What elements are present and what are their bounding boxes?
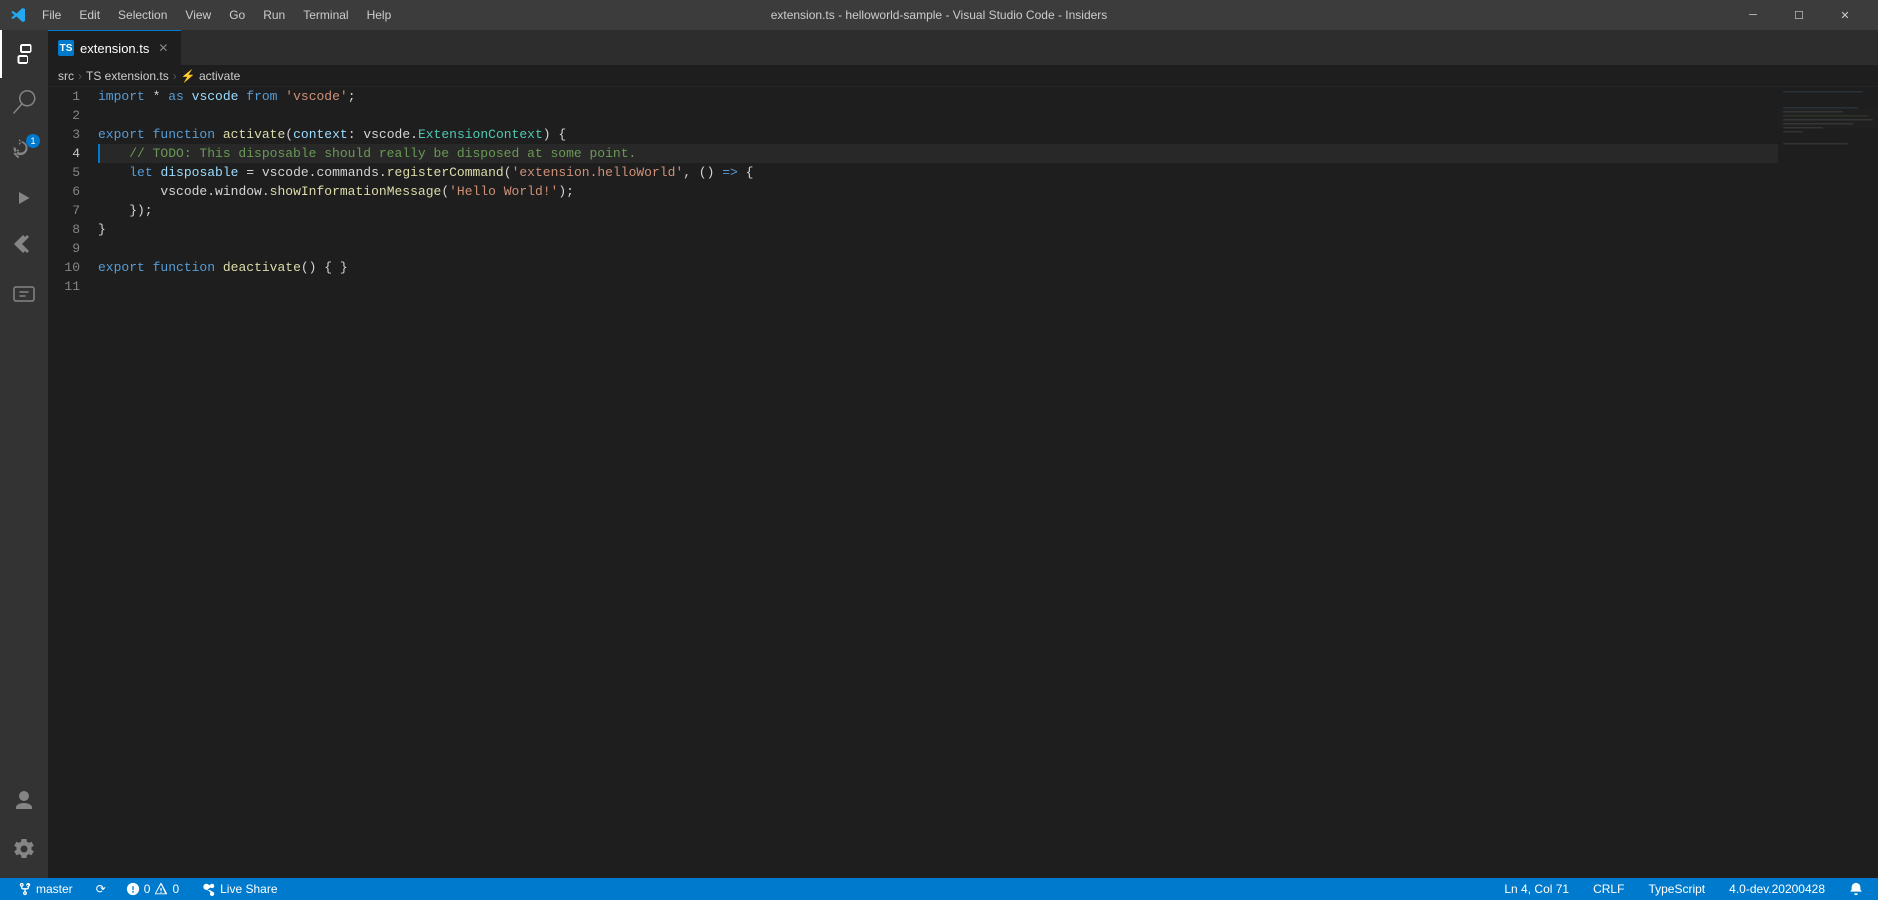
breadcrumb: src › TS extension.ts › ⚡ activate bbox=[48, 65, 1878, 87]
line-ending-text: CRLF bbox=[1593, 882, 1624, 896]
line-numbers: 1234567891011 bbox=[48, 87, 98, 878]
line-number-2: 2 bbox=[48, 106, 88, 125]
activity-item-settings[interactable] bbox=[0, 825, 48, 873]
menu-terminal[interactable]: Terminal bbox=[295, 6, 356, 24]
code-line-11 bbox=[98, 277, 1778, 296]
activity-bar: 1 bbox=[0, 30, 48, 878]
menu-view[interactable]: View bbox=[177, 6, 219, 24]
tab-close-button[interactable]: ✕ bbox=[155, 40, 171, 56]
breadcrumb-file[interactable]: TS extension.ts bbox=[86, 69, 169, 83]
window-controls: ─ ☐ ✕ bbox=[1730, 0, 1868, 30]
ts-version[interactable]: 4.0-dev.20200428 bbox=[1724, 878, 1830, 900]
close-button[interactable]: ✕ bbox=[1822, 0, 1868, 30]
language-text: TypeScript bbox=[1648, 882, 1705, 896]
breadcrumb-symbol[interactable]: ⚡ activate bbox=[181, 69, 241, 83]
activity-item-remote-explorer[interactable] bbox=[0, 270, 48, 318]
line-number-1: 1 bbox=[48, 87, 88, 106]
activity-item-run[interactable] bbox=[0, 174, 48, 222]
sync-status[interactable]: ⟳ bbox=[91, 878, 111, 900]
minimize-button[interactable]: ─ bbox=[1730, 0, 1776, 30]
activity-item-source-control[interactable]: 1 bbox=[0, 126, 48, 174]
menu-edit[interactable]: Edit bbox=[71, 6, 108, 24]
position-text: Ln 4, Col 71 bbox=[1504, 882, 1569, 896]
code-line-2 bbox=[98, 106, 1778, 125]
warning-count: 0 bbox=[172, 882, 179, 896]
activity-item-search[interactable] bbox=[0, 78, 48, 126]
menu-run[interactable]: Run bbox=[255, 6, 293, 24]
window-title: extension.ts - helloworld-sample - Visua… bbox=[771, 8, 1108, 22]
line-number-10: 10 bbox=[48, 258, 88, 277]
error-warning-status[interactable]: 0 0 bbox=[121, 878, 184, 900]
menu-bar: File Edit Selection View Go Run Terminal… bbox=[34, 6, 399, 24]
branch-name: master bbox=[36, 882, 73, 896]
menu-help[interactable]: Help bbox=[359, 6, 400, 24]
maximize-button[interactable]: ☐ bbox=[1776, 0, 1822, 30]
tab-language-icon: TS bbox=[58, 40, 74, 56]
activity-item-explorer[interactable] bbox=[0, 30, 48, 78]
live-share-button[interactable]: Live Share bbox=[194, 878, 285, 900]
tab-bar: TS extension.ts ✕ bbox=[48, 30, 1878, 65]
line-number-9: 9 bbox=[48, 239, 88, 258]
line-number-6: 6 bbox=[48, 182, 88, 201]
code-line-6: vscode.window.showInformationMessage('He… bbox=[98, 182, 1778, 201]
line-ending[interactable]: CRLF bbox=[1588, 878, 1629, 900]
code-line-4: // TODO: This disposable should really b… bbox=[98, 144, 1778, 163]
title-bar-left: File Edit Selection View Go Run Terminal… bbox=[10, 6, 399, 24]
minimap bbox=[1778, 87, 1878, 878]
title-bar: File Edit Selection View Go Run Terminal… bbox=[0, 0, 1878, 30]
line-number-7: 7 bbox=[48, 201, 88, 220]
live-share-label: Live Share bbox=[220, 882, 277, 896]
language-mode[interactable]: TypeScript bbox=[1643, 878, 1710, 900]
code-line-9 bbox=[98, 239, 1778, 258]
main-layout: 1 bbox=[0, 30, 1878, 878]
line-number-11: 11 bbox=[48, 277, 88, 296]
line-number-5: 5 bbox=[48, 163, 88, 182]
menu-go[interactable]: Go bbox=[221, 6, 253, 24]
code-editor[interactable]: 1234567891011 import * as vscode from 'v… bbox=[48, 87, 1878, 878]
code-line-5: let disposable = vscode.commands.registe… bbox=[98, 163, 1778, 182]
activity-bar-bottom bbox=[0, 777, 48, 878]
bell-icon[interactable] bbox=[1844, 878, 1868, 900]
code-line-7: }); bbox=[98, 201, 1778, 220]
version-text: 4.0-dev.20200428 bbox=[1729, 882, 1825, 896]
tab-extension-ts[interactable]: TS extension.ts ✕ bbox=[48, 30, 181, 65]
code-line-3: export function activate(context: vscode… bbox=[98, 125, 1778, 144]
line-number-8: 8 bbox=[48, 220, 88, 239]
menu-file[interactable]: File bbox=[34, 6, 69, 24]
tab-label: extension.ts bbox=[80, 41, 149, 56]
code-content[interactable]: import * as vscode from 'vscode'; export… bbox=[98, 87, 1778, 878]
breadcrumb-src[interactable]: src bbox=[58, 69, 74, 83]
vscode-logo bbox=[10, 7, 26, 23]
cursor-position[interactable]: Ln 4, Col 71 bbox=[1499, 878, 1574, 900]
line-number-3: 3 bbox=[48, 125, 88, 144]
activity-item-account[interactable] bbox=[0, 777, 48, 825]
status-bar-right: Ln 4, Col 71 CRLF TypeScript 4.0-dev.202… bbox=[1499, 878, 1868, 900]
status-bar: master ⟳ 0 0 Live Share Ln 4, Col 71 CR bbox=[0, 878, 1878, 900]
code-line-10: export function deactivate() { } bbox=[98, 258, 1778, 277]
code-line-1: import * as vscode from 'vscode'; bbox=[98, 87, 1778, 106]
source-control-badge: 1 bbox=[26, 134, 40, 148]
error-count: 0 bbox=[144, 882, 151, 896]
line-number-4: 4 bbox=[48, 144, 88, 163]
code-line-8: } bbox=[98, 220, 1778, 239]
editor-area: TS extension.ts ✕ src › TS extension.ts … bbox=[48, 30, 1878, 878]
activity-item-extensions[interactable] bbox=[0, 222, 48, 270]
git-branch[interactable]: master bbox=[10, 878, 81, 900]
status-bar-left: master ⟳ 0 0 Live Share bbox=[10, 878, 286, 900]
menu-selection[interactable]: Selection bbox=[110, 6, 175, 24]
sync-icon: ⟳ bbox=[96, 882, 106, 896]
